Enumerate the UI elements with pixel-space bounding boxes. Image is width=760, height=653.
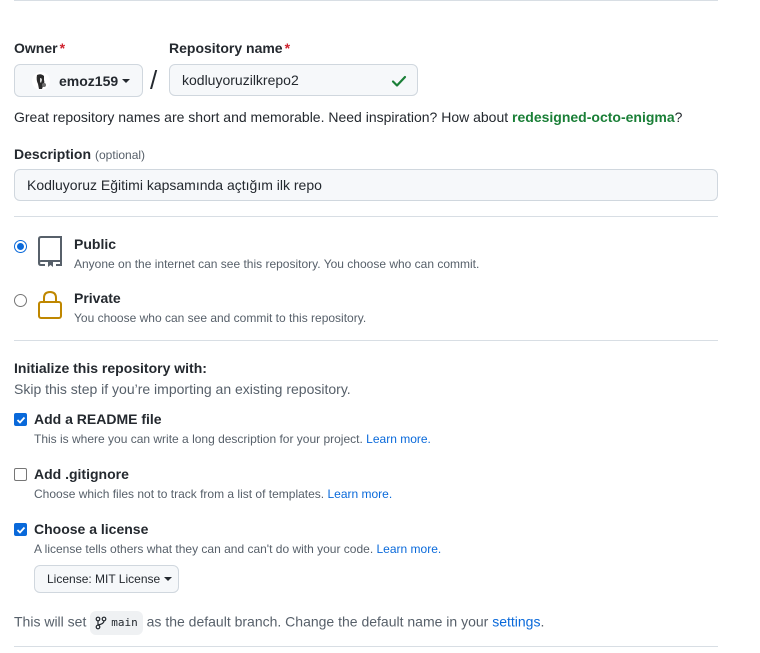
chevron-down-icon bbox=[164, 577, 173, 581]
owner-name: emoz159 bbox=[59, 72, 119, 89]
owner-dropdown[interactable]: emoz159 bbox=[14, 64, 143, 97]
public-radio[interactable] bbox=[14, 240, 27, 253]
repo-name-label: Repository name * bbox=[169, 40, 291, 56]
readme-learn-more-link[interactable]: Learn more. bbox=[366, 432, 431, 446]
divider bbox=[14, 216, 718, 217]
lock-icon bbox=[36, 289, 64, 324]
branch-name-pill: main bbox=[90, 611, 143, 635]
gitignore-description: Choose which files not to track from a l… bbox=[34, 487, 393, 501]
repo-name-hint: Great repository names are short and mem… bbox=[14, 109, 683, 125]
name-suggestion-link[interactable]: redesigned-octo-enigma bbox=[512, 109, 675, 125]
description-input[interactable]: Kodluyoruz Eğitimi kapsamında açtığım il… bbox=[14, 169, 718, 201]
private-description: You choose who can see and commit to thi… bbox=[74, 311, 367, 325]
git-branch-icon bbox=[95, 616, 107, 630]
branch-name: main bbox=[111, 616, 138, 629]
owner-avatar bbox=[31, 71, 51, 91]
gitignore-label[interactable]: Add .gitignore bbox=[34, 466, 129, 482]
owner-label: Owner * bbox=[14, 40, 66, 56]
description-value: Kodluyoruz Eğitimi kapsamında açtığım il… bbox=[27, 177, 322, 193]
settings-link[interactable]: settings bbox=[492, 614, 540, 630]
description-label: Description (optional) bbox=[14, 146, 146, 162]
check-icon bbox=[391, 73, 407, 92]
gitignore-checkbox[interactable] bbox=[14, 468, 27, 481]
repo-name-value: kodluyoruzilkrepo2 bbox=[182, 72, 299, 88]
gitignore-learn-more-link[interactable]: Learn more. bbox=[327, 487, 392, 501]
readme-label[interactable]: Add a README file bbox=[34, 411, 162, 427]
top-divider bbox=[14, 0, 718, 1]
private-title: Private bbox=[74, 290, 121, 306]
license-description: A license tells others what they can and… bbox=[34, 542, 442, 556]
private-radio[interactable] bbox=[14, 294, 27, 307]
license-select-label: License: MIT License bbox=[47, 572, 161, 586]
public-description: Anyone on the internet can see this repo… bbox=[74, 257, 480, 271]
readme-description: This is where you can write a long descr… bbox=[34, 432, 431, 446]
bottom-divider bbox=[14, 646, 718, 647]
license-checkbox[interactable] bbox=[14, 523, 27, 536]
readme-checkbox[interactable] bbox=[14, 413, 27, 426]
chevron-down-icon bbox=[122, 78, 131, 83]
path-separator: / bbox=[150, 65, 158, 95]
init-subtitle: Skip this step if you’re importing an ex… bbox=[14, 381, 351, 397]
divider bbox=[14, 340, 718, 341]
init-title: Initialize this repository with: bbox=[14, 360, 207, 376]
repo-public-icon bbox=[36, 235, 64, 270]
license-label[interactable]: Choose a license bbox=[34, 521, 148, 537]
repo-name-input[interactable]: kodluyoruzilkrepo2 bbox=[169, 64, 418, 96]
license-select[interactable]: License: MIT License bbox=[34, 565, 179, 593]
license-learn-more-link[interactable]: Learn more. bbox=[377, 542, 442, 556]
default-branch-note: This will set main as the default branch… bbox=[14, 611, 544, 635]
public-title: Public bbox=[74, 236, 117, 252]
